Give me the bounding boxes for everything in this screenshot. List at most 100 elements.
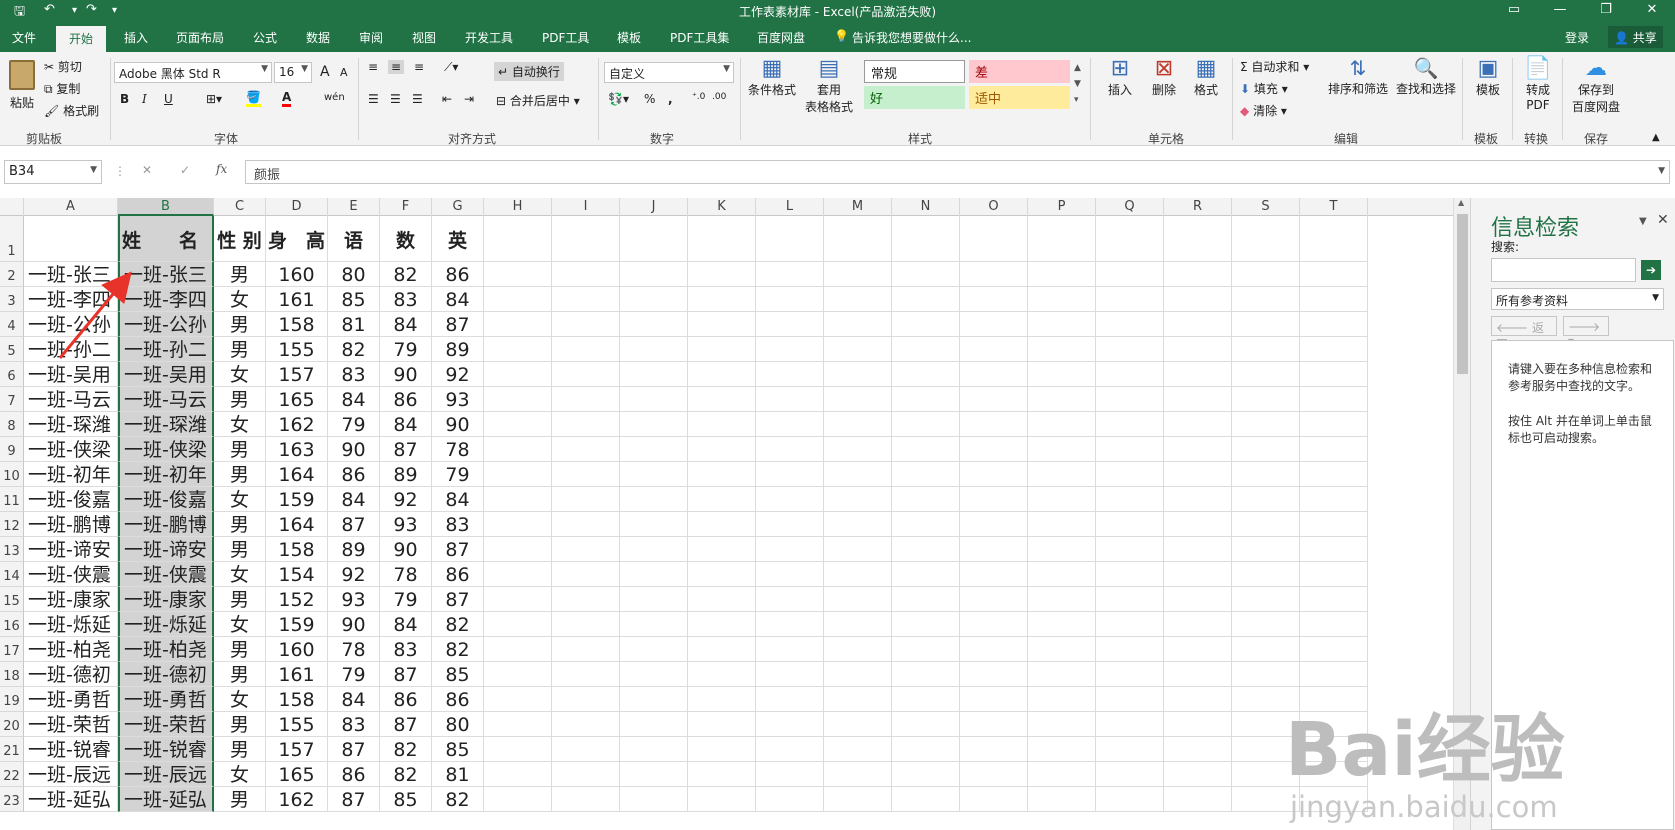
selected-name-cell[interactable]: 一班-孙二 — [118, 337, 214, 362]
empty-cell[interactable] — [756, 662, 824, 687]
empty-cell[interactable] — [620, 387, 688, 412]
empty-cell[interactable] — [688, 512, 756, 537]
value-cell[interactable]: 87 — [432, 537, 484, 562]
back-button[interactable]: 🡐 返回 ▾ — [1491, 316, 1557, 352]
empty-cell[interactable] — [688, 287, 756, 312]
value-cell[interactable]: 90 — [328, 437, 380, 462]
grow-font-button[interactable]: A — [320, 64, 330, 80]
value-cell[interactable]: 86 — [380, 687, 432, 712]
value-cell[interactable]: 83 — [380, 637, 432, 662]
empty-cell[interactable] — [484, 412, 552, 437]
column-header-q[interactable]: Q — [1096, 198, 1164, 216]
empty-cell[interactable] — [960, 762, 1028, 787]
empty-cell[interactable] — [1232, 362, 1300, 387]
empty-cell[interactable] — [824, 216, 892, 262]
value-cell[interactable]: 女 — [214, 362, 266, 387]
value-cell[interactable]: 男 — [214, 537, 266, 562]
empty-cell[interactable] — [484, 387, 552, 412]
empty-cell[interactable] — [1096, 216, 1164, 262]
column-header-d[interactable]: D — [266, 198, 328, 216]
empty-cell[interactable] — [1164, 712, 1232, 737]
empty-cell[interactable] — [484, 662, 552, 687]
empty-cell[interactable] — [1232, 216, 1300, 262]
value-cell[interactable]: 93 — [380, 512, 432, 537]
empty-cell[interactable] — [1300, 537, 1368, 562]
empty-cell[interactable] — [960, 587, 1028, 612]
empty-cell[interactable] — [892, 787, 960, 812]
empty-cell[interactable] — [620, 612, 688, 637]
selected-name-cell[interactable]: 一班-柏尧 — [118, 637, 214, 662]
empty-cell[interactable] — [552, 712, 620, 737]
empty-cell[interactable] — [1232, 412, 1300, 437]
empty-cell[interactable] — [892, 312, 960, 337]
empty-cell[interactable] — [1028, 462, 1096, 487]
empty-cell[interactable] — [756, 437, 824, 462]
empty-cell[interactable] — [1232, 462, 1300, 487]
increase-decimal-icon[interactable]: ⁺.0 — [692, 92, 705, 102]
align-middle-icon[interactable]: ≡ — [388, 60, 405, 74]
empty-cell[interactable] — [756, 487, 824, 512]
empty-cell[interactable] — [1028, 687, 1096, 712]
style-neutral[interactable]: 适中 — [969, 86, 1070, 109]
tell-me-box[interactable]: 告诉我您想要做什么... — [852, 29, 971, 46]
empty-cell[interactable] — [688, 312, 756, 337]
empty-cell[interactable] — [1096, 412, 1164, 437]
value-cell[interactable]: 85 — [328, 287, 380, 312]
collapse-ribbon-icon[interactable]: ▲ — [1652, 132, 1660, 143]
empty-cell[interactable] — [688, 612, 756, 637]
empty-cell[interactable] — [552, 312, 620, 337]
empty-cell[interactable] — [688, 762, 756, 787]
selected-name-cell[interactable]: 一班-张三 — [118, 262, 214, 287]
value-cell[interactable]: 155 — [266, 712, 328, 737]
find-select-button[interactable]: 🔍 查找和选择 — [1394, 56, 1458, 97]
empty-cell[interactable] — [1028, 312, 1096, 337]
value-cell[interactable]: 82 — [380, 737, 432, 762]
selected-name-cell[interactable]: 一班-鹏博 — [118, 512, 214, 537]
row-header[interactable]: 18 — [0, 662, 24, 687]
row-header[interactable]: 3 — [0, 287, 24, 312]
percent-button[interactable]: % — [644, 92, 655, 106]
paste-button[interactable]: 粘贴 — [6, 60, 38, 111]
empty-cell[interactable] — [552, 512, 620, 537]
empty-cell[interactable] — [484, 462, 552, 487]
empty-cell[interactable] — [620, 462, 688, 487]
empty-cell[interactable] — [1096, 287, 1164, 312]
selected-name-cell[interactable]: 一班-李四 — [118, 287, 214, 312]
empty-cell[interactable] — [1164, 437, 1232, 462]
empty-cell[interactable] — [484, 787, 552, 812]
empty-cell[interactable] — [756, 312, 824, 337]
empty-cell[interactable] — [1232, 487, 1300, 512]
value-cell[interactable]: 86 — [432, 562, 484, 587]
font-size-select[interactable]: 16 ▼ — [274, 62, 312, 83]
value-cell[interactable]: 82 — [380, 762, 432, 787]
value-cell[interactable]: 164 — [266, 462, 328, 487]
delete-cells-button[interactable]: ⊠ 删除 — [1144, 56, 1184, 98]
value-cell[interactable]: 86 — [328, 462, 380, 487]
empty-cell[interactable] — [1164, 412, 1232, 437]
empty-cell[interactable] — [620, 312, 688, 337]
row-header[interactable]: 9 — [0, 437, 24, 462]
empty-cell[interactable] — [620, 662, 688, 687]
empty-cell[interactable] — [688, 462, 756, 487]
empty-cell[interactable] — [1028, 712, 1096, 737]
value-cell[interactable]: 78 — [328, 637, 380, 662]
empty-cell[interactable] — [756, 612, 824, 637]
column-header-p[interactable]: P — [1028, 198, 1096, 216]
empty-cell[interactable] — [960, 737, 1028, 762]
empty-cell[interactable] — [1096, 462, 1164, 487]
row-header[interactable]: 13 — [0, 537, 24, 562]
empty-cell[interactable] — [620, 587, 688, 612]
value-cell[interactable]: 158 — [266, 687, 328, 712]
empty-cell[interactable] — [620, 637, 688, 662]
empty-cell[interactable] — [484, 537, 552, 562]
value-cell[interactable]: 89 — [432, 337, 484, 362]
value-cell[interactable]: 160 — [266, 637, 328, 662]
empty-cell[interactable] — [688, 216, 756, 262]
empty-cell[interactable] — [824, 312, 892, 337]
column-header-a[interactable]: A — [24, 198, 118, 216]
selected-name-cell[interactable]: 一班-勇哲 — [118, 687, 214, 712]
column-header-o[interactable]: O — [960, 198, 1028, 216]
value-cell[interactable]: 78 — [432, 437, 484, 462]
empty-cell[interactable] — [552, 287, 620, 312]
name-cell[interactable]: 一班-公孙 — [24, 312, 118, 337]
